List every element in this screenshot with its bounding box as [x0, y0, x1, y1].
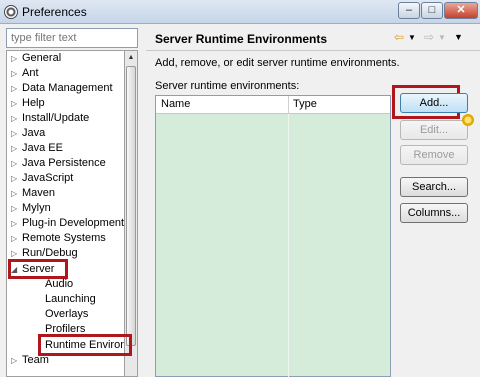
forward-dropdown-icon[interactable]: ▼ [438, 33, 446, 42]
scroll-thumb[interactable] [126, 66, 136, 346]
expand-arrow-icon[interactable]: ▷ [11, 51, 21, 66]
scroll-up-icon[interactable]: ▲ [125, 51, 137, 65]
view-menu-icon[interactable]: ▼ [454, 32, 463, 42]
columns-button[interactable]: Columns... [400, 203, 468, 223]
search-button[interactable]: Search... [400, 177, 468, 197]
remove-button[interactable]: Remove [400, 145, 468, 165]
expand-arrow-icon[interactable]: ▷ [11, 81, 21, 96]
expand-arrow-icon[interactable]: ▷ [11, 156, 21, 171]
highlight-runtime-environments [38, 334, 132, 356]
highlight-server [8, 259, 68, 279]
eclipse-icon [4, 5, 18, 19]
title-bar: Preferences – □ ✕ [0, 0, 480, 24]
header-separator [146, 50, 480, 51]
column-header-type[interactable]: Type [293, 98, 317, 110]
expand-arrow-icon[interactable]: ▷ [11, 216, 21, 231]
expand-arrow-icon[interactable]: ▷ [11, 111, 21, 126]
table-header: Name Type [156, 96, 390, 114]
window-title: Preferences [22, 5, 87, 19]
expand-arrow-icon[interactable]: ▷ [11, 96, 21, 111]
expand-arrow-icon[interactable]: ▷ [11, 171, 21, 186]
column-header-name[interactable]: Name [161, 98, 190, 110]
runtime-table[interactable]: Name Type [155, 95, 391, 377]
expand-arrow-icon[interactable]: ▷ [11, 186, 21, 201]
expand-arrow-icon[interactable]: ▷ [11, 201, 21, 216]
expand-arrow-icon[interactable]: ▷ [11, 126, 21, 141]
add-button[interactable]: Add... [400, 93, 468, 113]
edit-button[interactable]: Edit... [400, 120, 468, 140]
column-grid-line [288, 114, 289, 377]
preference-tree[interactable]: ▷ General ▷ Ant ▷ Data Management ▷ Help… [6, 50, 124, 377]
expand-arrow-icon[interactable]: ▷ [11, 141, 21, 156]
expand-arrow-icon[interactable]: ▷ [11, 66, 21, 81]
page-description: Add, remove, or edit server runtime envi… [155, 57, 400, 69]
back-arrow-icon[interactable]: ⇦ [394, 30, 404, 44]
cursor-highlight-icon [462, 114, 474, 126]
expand-arrow-icon[interactable]: ▷ [11, 353, 21, 368]
tree-scrollbar[interactable]: ▲ [124, 50, 138, 377]
back-dropdown-icon[interactable]: ▼ [408, 33, 416, 42]
maximize-button[interactable]: □ [421, 2, 443, 19]
expand-arrow-icon[interactable]: ▷ [11, 231, 21, 246]
close-button[interactable]: ✕ [444, 2, 478, 19]
runtime-list-label: Server runtime environments: [155, 80, 300, 92]
forward-arrow-icon[interactable]: ⇨ [424, 30, 434, 44]
minimize-button[interactable]: – [398, 2, 420, 19]
filter-input[interactable] [6, 28, 138, 48]
page-title: Server Runtime Environments [155, 32, 328, 46]
column-divider[interactable] [288, 96, 289, 114]
